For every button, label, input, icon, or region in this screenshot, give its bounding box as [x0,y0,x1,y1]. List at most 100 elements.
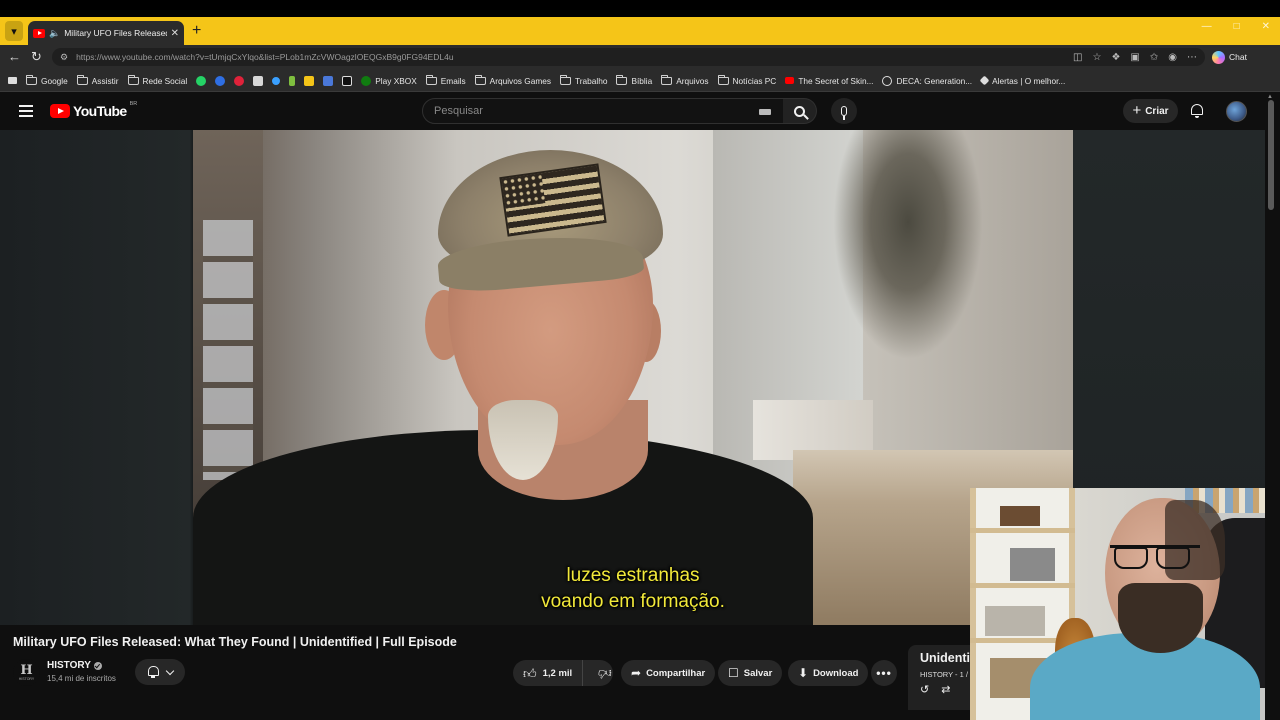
subscriber-count: 15,4 mi de inscritos [47,674,116,683]
share-button[interactable]: ➦ Compartilhar [621,660,716,686]
youtube-play-icon [50,104,70,118]
save-label: Salvar [743,667,773,679]
copilot-chat-button[interactable]: Chat [1212,49,1247,65]
folder-icon [76,74,88,85]
reload-icon[interactable]: ↻ [31,49,42,65]
bookmark-play-xbox[interactable]: Play XBOX [361,75,417,86]
bookmark-biblia[interactable]: Bíblia [616,74,652,86]
search-input[interactable] [434,105,744,117]
keyboard-icon[interactable] [759,109,771,115]
video-player[interactable] [193,130,1073,625]
bookmark-noticias-pc[interactable]: Notícias PC [717,74,776,86]
video-frame-shelf [203,220,253,480]
playlist-title: Unidentified [920,651,970,665]
history-h-logo-icon: H [20,663,33,678]
caption-line-1: luzes estranhas [566,565,700,586]
bookmark-trabalho[interactable]: Trabalho [560,74,607,86]
app-shortcut-icon[interactable] [253,75,264,86]
search-button[interactable] [783,98,817,124]
bookmark-star-icon[interactable]: ☆ [1092,52,1101,63]
video-captions: luzes estranhas voando em formação. [193,563,1073,615]
active-tab[interactable]: 🔈 Military UFO Files Released: W ✕ [28,21,184,45]
screen-top-strip [0,0,1280,17]
tab-search-dropdown[interactable]: ▾ [5,21,23,41]
more-horizontal-icon: ••• [876,666,892,680]
like-count: 1,2 mil [542,667,573,679]
extensions-icon[interactable]: ❖ [1111,52,1120,63]
caption-line-2: voando em formação. [541,591,725,612]
audio-playing-icon[interactable]: 🔈 [49,28,60,39]
bookmark-google[interactable]: Google [26,74,68,86]
xbox-icon [361,75,372,86]
blue-shortcut-icon[interactable] [323,75,334,86]
create-button[interactable]: + Criar [1123,99,1178,123]
folder-icon [717,74,729,85]
webcam-overlay [970,488,1280,720]
folder-icon [661,74,673,85]
playlist-controls: ↺ ⇄ [920,683,970,696]
subscription-notifications-button[interactable] [135,659,185,685]
url-text: https://www.youtube.com/watch?v=tUmjqCxY… [76,52,454,62]
download-button[interactable]: ⬇ Download [788,660,869,686]
youtube-favicon-icon [785,77,795,84]
bookmark-rede-social[interactable]: Rede Social [127,74,187,86]
s-shortcut-icon[interactable] [342,75,353,86]
video-title: Military UFO Files Released: What They F… [13,635,457,649]
green-shortcut-icon[interactable] [289,75,296,86]
bookmark-arquivos-games[interactable]: Arquivos Games [474,74,551,86]
more-menu-icon[interactable]: ⋯ [1187,52,1197,63]
loop-icon[interactable]: ↺ [920,683,929,696]
like-dislike-group: 👍︎ 1,2 mil 👍︎ [513,660,613,686]
like-button[interactable]: 👍︎ 1,2 mil [513,660,584,686]
favorites-icon[interactable]: ✩ [1150,52,1158,63]
scrollbar-thumb[interactable] [1268,100,1274,210]
bookmark-deca[interactable]: DECA: Generation... [882,75,972,86]
notifications-bell-icon[interactable] [1190,103,1204,118]
minimize-icon[interactable]: — [1202,21,1212,32]
thumbs-up-icon: 👍︎ [523,665,537,681]
yellow-shortcut-icon[interactable] [304,75,315,86]
bookmark-emails[interactable]: Emails [425,74,466,86]
profile-icon[interactable]: ◉ [1168,52,1177,63]
whatsapp-icon[interactable] [196,75,207,86]
folder-icon [616,74,628,85]
channel-avatar[interactable]: H HISTORY [13,659,40,686]
folder-icon [425,74,437,85]
back-arrow-icon[interactable]: ← [8,49,21,64]
thumbs-down-icon: 👍︎ [598,665,612,681]
bookmark-arquivos[interactable]: Arquivos [661,74,709,86]
messenger-icon[interactable] [215,75,226,86]
channel-name-link[interactable]: HISTORY [47,660,102,671]
reading-list-icon[interactable] [8,77,17,84]
tab-close-icon[interactable]: ✕ [171,28,179,39]
site-info-icon[interactable]: ⚙ [60,52,68,63]
maximize-icon[interactable]: □ [1234,21,1240,32]
split-screen-icon[interactable]: ▣ [1130,52,1139,63]
bookmark-alertas[interactable]: Alertas | O melhor... [979,76,1065,86]
save-button[interactable]: ☐ Salvar [718,660,783,686]
verified-badge-icon [93,661,102,670]
bookmark-assistir[interactable]: Assistir [76,74,119,86]
country-code: BR [129,101,138,107]
share-arrow-icon: ➦ [631,666,642,680]
star-shortcut-icon[interactable] [270,74,282,87]
webcam-person-beard [1118,583,1203,653]
address-bar[interactable]: ⚙ https://www.youtube.com/watch?v=tUmjqC… [52,48,1205,66]
app-install-icon[interactable]: ◫ [1073,52,1082,63]
voice-search-button[interactable] [831,98,857,124]
webcam-shelf-board [970,583,1075,588]
account-avatar[interactable] [1226,101,1247,122]
bookmark-secret-of-skin[interactable]: The Secret of Skin... [785,76,873,86]
dislike-button[interactable]: 👍︎ [588,660,622,686]
new-tab-button[interactable]: + [192,22,201,40]
more-actions-button[interactable]: ••• [871,660,897,686]
shuffle-icon[interactable]: ⇄ [941,683,950,696]
pinterest-icon[interactable] [234,75,245,86]
youtube-logo[interactable]: YouTube BR [50,101,138,119]
download-icon: ⬇ [798,666,809,680]
playlist-position: HISTORY - 1 / 8 [920,670,970,679]
playlist-panel[interactable]: Unidentified HISTORY - 1 / 8 ↺ ⇄ [908,645,970,710]
close-window-icon[interactable]: ✕ [1262,21,1270,32]
webcam-person-glasses [1110,545,1200,569]
guide-menu-icon[interactable] [19,105,33,117]
